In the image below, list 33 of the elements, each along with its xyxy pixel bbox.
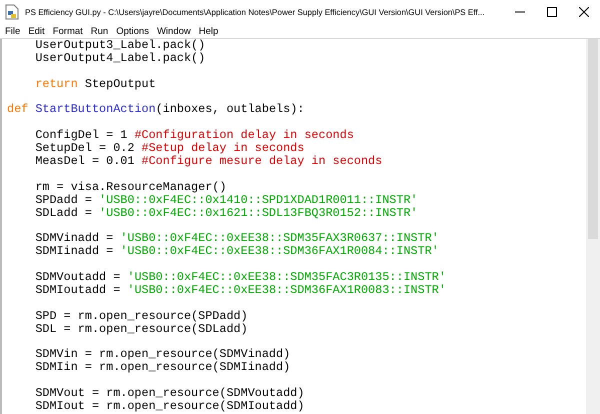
code-line: MeasDel = 0.01 #Configure mesure delay in seconds bbox=[34, 155, 382, 168]
code-line: SDMVoutadd = 'USB0::0xF4EC::0xEE38::SDM35FAC3R0135::INSTR' bbox=[34, 271, 446, 284]
code-line: def StartButtonAction(inboxes, outlabels): bbox=[7, 103, 304, 116]
code-line: SetupDel = 0.2 #Setup delay in seconds bbox=[34, 142, 304, 156]
scrollbar[interactable] bbox=[586, 39, 600, 414]
code-line: SDMIinadd = 'USB0::0xF4EC::0xEE38::SDM36FAX1R0084::INSTR' bbox=[34, 245, 439, 258]
code-line: SDMIout = rm.open_resource(SDMIoutadd) bbox=[34, 400, 304, 413]
code-line: SDMVout = rm.open_resource(SDMVoutadd) bbox=[34, 387, 304, 400]
code-line: UserOutput4_Label.pack() bbox=[34, 52, 206, 65]
code-line: SDMIoutadd = 'USB0::0xF4EC::0xEE38::SDM36FAX1R0083::INSTR' bbox=[34, 284, 446, 297]
code-line: SDMIin = rm.open_resource(SDMIinadd) bbox=[34, 361, 290, 374]
menu-item[interactable]: Options bbox=[112, 26, 153, 36]
code-line: UserOutput3_Label.pack() bbox=[34, 39, 206, 52]
menu-item[interactable]: File bbox=[1, 26, 24, 36]
scrollbar-thumb[interactable] bbox=[588, 39, 598, 239]
code-line: return StepOutput bbox=[34, 78, 156, 91]
python-file-icon bbox=[5, 4, 19, 20]
code-line: SPD = rm.open_resource(SPDadd) bbox=[34, 310, 248, 323]
close-icon bbox=[579, 7, 589, 17]
code-line: SDMVin = rm.open_resource(SDMVinadd) bbox=[34, 348, 290, 362]
window-title: PS Efficiency GUI.py - C:\Users\jayre\Documents\Application Notes\Power Supply Efficiency\GUI Version\GUI Version\PS Eff... bbox=[25, 8, 486, 16]
maximize-icon bbox=[547, 7, 557, 17]
code-line: rm = visa.ResourceManager() bbox=[34, 180, 226, 194]
code-line: SPDadd = 'USB0::0xF4EC::0x1410::SPD1XDAD1R0011::INSTR' bbox=[34, 194, 418, 207]
menu-item[interactable]: Help bbox=[194, 26, 222, 36]
code-line: SDLadd = 'USB0::0xF4EC::0x1621::SDL13FBQ3R0152::INSTR' bbox=[34, 206, 418, 220]
code-line: SDMVinadd = 'USB0::0xF4EC::0xEE38::SDM35FAX3R0637::INSTR' bbox=[34, 232, 439, 246]
menu-item[interactable]: Run bbox=[86, 26, 112, 36]
code-line: SDL = rm.open_resource(SDLadd) bbox=[34, 322, 248, 336]
code-line: ConfigDel = 1 #Configuration delay in seconds bbox=[34, 129, 354, 142]
menu-item[interactable]: Format bbox=[48, 26, 87, 36]
menu-item[interactable]: Edit bbox=[24, 26, 49, 36]
menu-item[interactable]: Window bbox=[152, 26, 195, 36]
